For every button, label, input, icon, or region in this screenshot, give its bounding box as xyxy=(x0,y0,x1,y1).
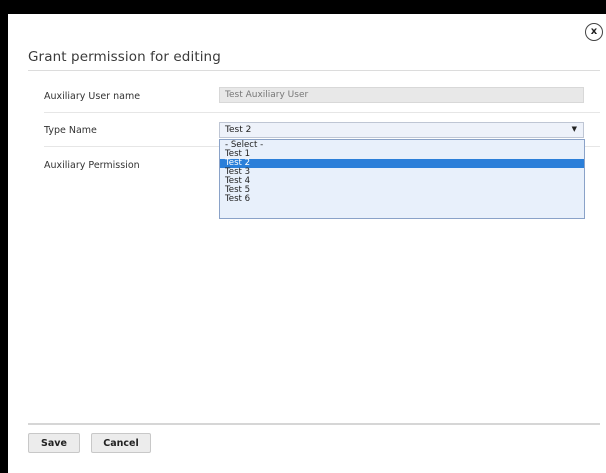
dropdown-option[interactable]: - Select - xyxy=(220,141,584,150)
permission-dialog xyxy=(8,14,606,473)
footer-divider xyxy=(28,423,600,425)
dropdown-option-selected[interactable]: Test 2 xyxy=(220,159,584,168)
window-frame-left xyxy=(0,0,8,473)
type-name-selected-value: Test 2 xyxy=(225,125,252,135)
cancel-button[interactable]: Cancel xyxy=(91,433,151,453)
dropdown-option[interactable]: Test 4 xyxy=(220,177,584,186)
type-name-label: Type Name xyxy=(44,125,97,136)
dropdown-option[interactable]: Test 5 xyxy=(220,186,584,195)
dropdown-option[interactable]: Test 1 xyxy=(220,150,584,159)
type-name-select[interactable]: Test 2 ▼ xyxy=(219,122,584,138)
close-button[interactable]: x xyxy=(585,23,603,41)
auxiliary-permission-label: Auxiliary Permission xyxy=(44,160,140,171)
window-frame-top xyxy=(0,0,606,14)
auxiliary-user-name-label: Auxiliary User name xyxy=(44,91,141,102)
dropdown-option[interactable]: Test 6 xyxy=(220,195,584,204)
row-divider xyxy=(44,112,600,113)
dropdown-option[interactable]: Test 3 xyxy=(220,168,584,177)
save-button[interactable]: Save xyxy=(28,433,80,453)
chevron-down-icon: ▼ xyxy=(571,125,577,133)
type-name-dropdown-list: - Select - Test 1 Test 2 Test 3 Test 4 T… xyxy=(219,139,585,219)
title-divider xyxy=(28,70,600,71)
auxiliary-user-name-field[interactable] xyxy=(219,87,584,103)
dialog-title: Grant permission for editing xyxy=(28,49,221,65)
